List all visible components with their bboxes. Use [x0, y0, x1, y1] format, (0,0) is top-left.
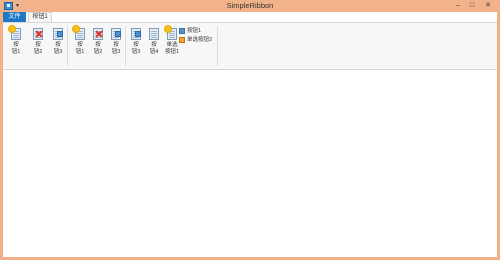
delete-doc-icon	[92, 27, 104, 40]
ribbon-group-3: 按 钮3 按 钮4 单选 按钮1 按钮1 单选按钮2	[127, 25, 217, 67]
group-separator	[217, 26, 218, 66]
user-icon	[179, 28, 185, 34]
group2-button-3[interactable]: 按 钮3	[107, 25, 125, 59]
button-label: 按 钮2	[33, 42, 43, 55]
maximize-button[interactable]: □	[466, 1, 478, 11]
window-title: SimpleRibbon	[226, 1, 274, 10]
close-button[interactable]: ✕	[482, 1, 494, 11]
group1-button-2[interactable]: 按 钮2	[29, 25, 47, 59]
edit-doc-icon	[110, 27, 122, 40]
ribbon-tab-row: 文件 按钮1	[3, 12, 497, 23]
button-label: 按 钮3	[111, 42, 121, 55]
small-button-1[interactable]: 按钮1	[179, 27, 219, 35]
group1-button-1[interactable]: 按 钮1	[7, 25, 25, 59]
new-doc-icon	[9, 26, 22, 40]
new-doc-icon	[73, 26, 86, 40]
doc-icon	[148, 27, 160, 40]
small-button-2[interactable]: 单选按钮2	[179, 36, 219, 44]
file-tab[interactable]: 文件	[3, 12, 26, 22]
ribbon-panel: 按 钮1 按 钮2 按 钮3 按 钮1 按 钮2 按 钮3 按 钮3 按 钮4 …	[3, 22, 497, 70]
new-doc-icon	[165, 26, 178, 40]
small-buttons-stack: 按钮1 单选按钮2	[179, 27, 219, 47]
group1-button-3[interactable]: 按 钮3	[49, 25, 67, 59]
edit-doc-icon	[52, 27, 64, 40]
ribbon-group-2: 按 钮1 按 钮2 按 钮3	[69, 25, 127, 67]
minimize-button[interactable]: –	[452, 1, 464, 11]
ribbon-group-1: 按 钮1 按 钮2 按 钮3	[5, 25, 65, 67]
button-label: 按 钮1	[11, 42, 21, 55]
edit-doc-icon	[130, 27, 142, 40]
group-separator	[67, 26, 68, 66]
title-bar: ▾ SimpleRibbon – □ ✕	[0, 0, 500, 12]
small-button-label: 按钮1	[187, 28, 202, 34]
button-label: 按 钮3	[53, 42, 63, 55]
edit-icon	[179, 37, 185, 43]
delete-doc-icon	[32, 27, 44, 40]
small-button-label: 单选按钮2	[187, 37, 213, 43]
